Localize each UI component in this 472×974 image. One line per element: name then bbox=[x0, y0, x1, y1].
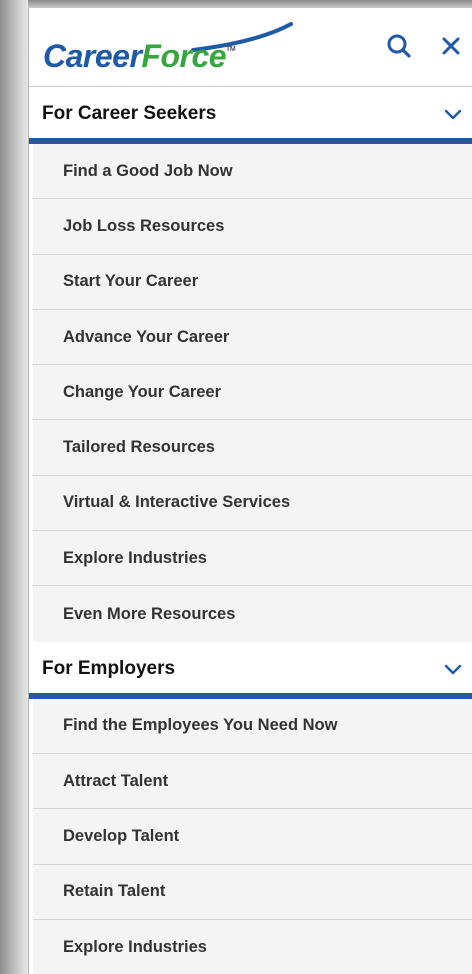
nav-link-item[interactable]: Tailored Resources bbox=[33, 420, 472, 476]
section-item-list: Find a Good Job Now Job Loss Resources Sta… bbox=[29, 144, 472, 642]
nav-link-item[interactable]: Even More Resources bbox=[33, 586, 472, 642]
nav-link-item[interactable]: Advance Your Career bbox=[33, 309, 472, 366]
nav-link-item[interactable]: Attract Talent bbox=[33, 753, 472, 810]
section-header[interactable]: For Career Seekers bbox=[29, 87, 472, 144]
nav-link-item[interactable]: Change Your Career bbox=[33, 365, 472, 421]
close-icon bbox=[442, 37, 460, 55]
close-button[interactable] bbox=[435, 30, 467, 62]
nav-link-item[interactable]: Develop Talent bbox=[33, 809, 472, 865]
nav-link-item[interactable]: Retain Talent bbox=[33, 864, 472, 920]
logo-trademark: TM bbox=[226, 46, 236, 53]
logo-wordmark: CareerForceTM bbox=[43, 38, 236, 75]
nav-link-item[interactable]: Explore Industries bbox=[33, 531, 472, 587]
window-shadow-left bbox=[0, 0, 28, 974]
careerforce-logo[interactable]: CareerForceTM bbox=[43, 22, 303, 78]
nav-link-item[interactable]: Job Loss Resources bbox=[33, 199, 472, 255]
mobile-nav-panel: CareerForceTM For Career Seekers Find a G… bbox=[28, 8, 472, 974]
logo-career-text: Career bbox=[43, 38, 142, 74]
section-header[interactable]: For Employers bbox=[29, 641, 472, 699]
nav-link-item[interactable]: Find a Good Job Now bbox=[33, 144, 472, 200]
chevron-down-icon[interactable] bbox=[443, 107, 463, 126]
section-item-list: Find the Employees You Need Now Attract T… bbox=[29, 698, 472, 974]
nav-link-item[interactable]: Virtual & Interactive Services bbox=[33, 475, 472, 532]
nav-header: CareerForceTM bbox=[29, 8, 472, 87]
section-title: For Employers bbox=[42, 657, 176, 679]
search-button[interactable] bbox=[383, 30, 415, 62]
nav-sections: For Career Seekers Find a Good Job Now Job… bbox=[29, 87, 472, 974]
nav-link-item[interactable]: Find the Employees You Need Now bbox=[33, 698, 472, 754]
logo-force-text: Force bbox=[141, 38, 227, 74]
search-icon bbox=[387, 34, 411, 58]
section-title: For Career Seekers bbox=[42, 103, 217, 124]
nav-link-item[interactable]: Start Your Career bbox=[33, 254, 472, 310]
chevron-down-icon[interactable] bbox=[443, 662, 463, 681]
nav-link-item[interactable]: Explore Industries bbox=[33, 919, 472, 974]
